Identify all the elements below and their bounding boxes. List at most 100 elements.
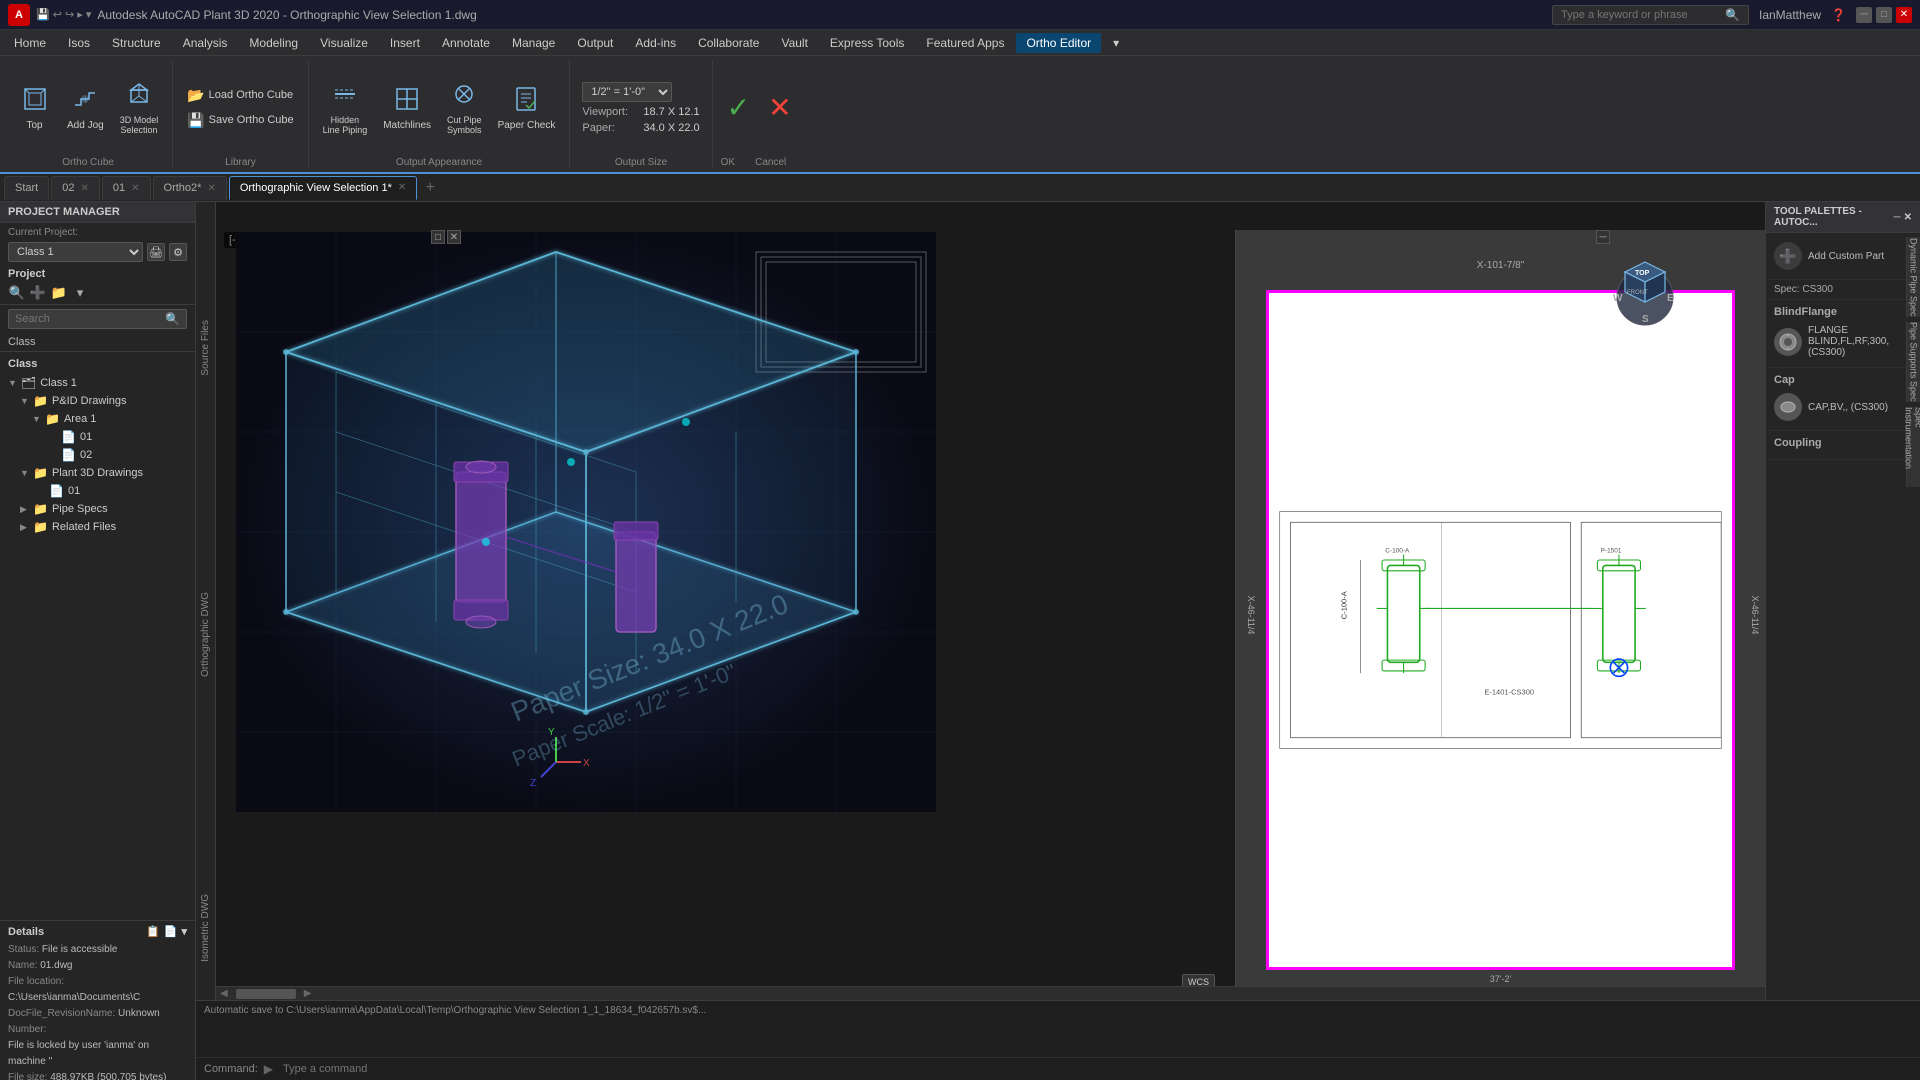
menu-vault[interactable]: Vault: [771, 33, 817, 53]
scale-select[interactable]: 1/2" = 1'-0" 1/4" = 1'-0" 1" = 1'-0": [582, 82, 672, 102]
palette-cap[interactable]: Cap CAP,BV,, (CS300): [1766, 368, 1920, 431]
isometric-dwg-tab[interactable]: Isometric DWG: [198, 890, 213, 966]
viewport-close-button[interactable]: ✕: [447, 230, 461, 244]
instrumentation-spec-tab[interactable]: Instrumentation Spec: [1906, 407, 1920, 487]
add-button[interactable]: ➕: [29, 284, 47, 302]
matchlines-button[interactable]: Matchlines: [377, 81, 437, 135]
palette-spec-cs300[interactable]: ➕ Add Custom Part: [1766, 233, 1920, 280]
menu-collaborate[interactable]: Collaborate: [688, 33, 769, 53]
tree-pid[interactable]: ▼ 📁 P&ID Drawings: [4, 392, 191, 410]
close-button[interactable]: ✕: [1896, 7, 1912, 23]
project-manager-header: PROJECT MANAGER: [0, 202, 195, 223]
tab-01-close[interactable]: ✕: [131, 183, 139, 194]
scroll-right-arrow[interactable]: ▶: [300, 988, 316, 999]
menu-home[interactable]: Home: [4, 33, 56, 53]
menu-output[interactable]: Output: [567, 33, 623, 53]
tree-related-files[interactable]: ▶ 📁 Related Files: [4, 518, 191, 536]
save-ortho-cube-button[interactable]: 💾 Save Ortho Cube: [181, 109, 299, 132]
maximize-button[interactable]: □: [1876, 7, 1892, 23]
minimize-button[interactable]: ─: [1856, 7, 1872, 23]
tree-class1[interactable]: ▼ 🗂 Class 1: [4, 374, 191, 392]
details-icon1[interactable]: 📋: [146, 925, 160, 938]
folder-button[interactable]: 📁: [50, 284, 68, 302]
tab-01[interactable]: 01 ✕: [102, 176, 151, 200]
command-autosave-text: Automatic save to C:\Users\ianma\AppData…: [204, 1005, 1912, 1016]
menu-analysis[interactable]: Analysis: [173, 33, 238, 53]
menu-express-tools[interactable]: Express Tools: [820, 33, 914, 53]
settings-button[interactable]: ⚙: [169, 243, 187, 261]
paper-check-button[interactable]: Paper Check: [492, 81, 562, 135]
project-search-input[interactable]: [15, 313, 165, 325]
menu-insert[interactable]: Insert: [380, 33, 430, 53]
top-button[interactable]: Top: [12, 81, 57, 135]
menu-annotate[interactable]: Annotate: [432, 33, 500, 53]
tree-area1[interactable]: ▼ 📁 Area 1: [4, 410, 191, 428]
menu-isos[interactable]: Isos: [58, 33, 100, 53]
flange-blind-item[interactable]: FLANGE BLIND,FL,RF,300,(CS300): [1774, 322, 1912, 361]
print-button[interactable]: 🖨: [147, 243, 165, 261]
tool-palettes-minimize[interactable]: ─: [1894, 212, 1901, 223]
more-button[interactable]: ▾: [71, 284, 89, 302]
tab-ortho2-close[interactable]: ✕: [207, 183, 215, 194]
details-header: Details 📋 📄 ▾: [8, 925, 187, 938]
tree-pipe-specs[interactable]: ▶ 📁 Pipe Specs: [4, 500, 191, 518]
palette-coupling[interactable]: Coupling: [1766, 431, 1920, 460]
tab-02[interactable]: 02 ✕: [51, 176, 100, 200]
command-input[interactable]: [283, 1063, 1912, 1075]
viewport-area[interactable]: [-][Custom View][Shaded]: [216, 202, 1765, 1080]
menu-more[interactable]: ▾: [1103, 33, 1129, 53]
cut-pipe-symbols-button[interactable]: Cut PipeSymbols: [441, 76, 488, 139]
svg-text:E-1401-CS300: E-1401-CS300: [1484, 688, 1534, 697]
project-dropdown[interactable]: Class 1: [8, 242, 143, 262]
related-files-icon: 📁: [33, 520, 48, 534]
menu-featured-apps[interactable]: Featured Apps: [916, 33, 1014, 53]
menu-addins[interactable]: Add-ins: [625, 33, 686, 53]
menu-ortho-editor[interactable]: Ortho Editor: [1016, 33, 1101, 53]
tree-area1-02[interactable]: 📄 02: [4, 446, 191, 464]
tab-ortho-view-selection[interactable]: Orthographic View Selection 1* ✕: [229, 176, 417, 200]
palette-blind-flange[interactable]: BlindFlange FLANGE BLIND,FL,RF,300,(CS30…: [1766, 300, 1920, 368]
add-custom-part-item[interactable]: ➕ Add Custom Part: [1774, 239, 1912, 273]
scroll-left-arrow[interactable]: ◀: [216, 988, 232, 999]
ok-button[interactable]: ✓: [721, 89, 756, 126]
hidden-line-piping-button[interactable]: HiddenLine Piping: [317, 76, 374, 139]
tree-area1-01[interactable]: 📄 01: [4, 428, 191, 446]
tool-palettes-close[interactable]: ✕: [1904, 212, 1912, 223]
orthographic-dwg-tab[interactable]: Orthographic DWG: [198, 588, 213, 681]
add-jog-button[interactable]: + Add Jog: [61, 81, 110, 135]
details-icon2[interactable]: 📄: [164, 925, 178, 938]
cancel-button[interactable]: ✕: [762, 89, 797, 126]
search-input[interactable]: [1561, 9, 1721, 21]
refresh-button[interactable]: 🔍: [8, 284, 26, 302]
source-files-tab[interactable]: Source Files: [198, 316, 213, 380]
tab-ortho2[interactable]: Ortho2* ✕: [153, 176, 227, 200]
dynamic-pipe-spec-tab[interactable]: Dynamic Pipe Spec: [1906, 237, 1920, 317]
details-icon3[interactable]: ▾: [181, 925, 187, 938]
help-icon[interactable]: ❓: [1831, 8, 1846, 22]
tab-start[interactable]: Start: [4, 176, 49, 200]
menu-modeling[interactable]: Modeling: [239, 33, 308, 53]
flange-blind-label: FLANGE BLIND,FL,RF,300,(CS300): [1808, 325, 1912, 358]
viewport-maximize-button[interactable]: □: [431, 230, 445, 244]
tree-plant3d[interactable]: ▼ 📁 Plant 3D Drawings: [4, 464, 191, 482]
menu-visualize[interactable]: Visualize: [310, 33, 378, 53]
plant3d-01-label: 01: [68, 485, 80, 497]
svg-text:W: W: [1613, 293, 1623, 304]
tree-plant3d-01[interactable]: 📄 01: [4, 482, 191, 500]
menu-manage[interactable]: Manage: [502, 33, 565, 53]
tab-ortho-view-close[interactable]: ✕: [398, 182, 406, 193]
menu-structure[interactable]: Structure: [102, 33, 171, 53]
scroll-thumb-horizontal[interactable]: [236, 989, 296, 999]
matchlines-icon: [393, 85, 421, 117]
pipe-supports-spec-tab[interactable]: Pipe Supports Spec: [1906, 322, 1920, 402]
ortho-cube[interactable]: W E N S TOP FRONT: [1605, 242, 1685, 322]
load-ortho-cube-button[interactable]: 📂 Load Ortho Cube: [181, 84, 299, 107]
new-tab-button[interactable]: +: [419, 177, 441, 199]
horizontal-scrollbar[interactable]: ◀ ▶: [216, 986, 1765, 1000]
3d-model-selection-button[interactable]: 3D ModelSelection: [114, 76, 165, 139]
quick-access-toolbar[interactable]: 💾 ↩ ↪ ▸ ▾: [36, 8, 91, 21]
paper-view: X-101-7/8": [1235, 230, 1765, 1000]
tab-02-close[interactable]: ✕: [80, 183, 88, 194]
cap-item[interactable]: CAP,BV,, (CS300): [1774, 390, 1912, 424]
current-project-label: Current Project:: [0, 223, 195, 240]
